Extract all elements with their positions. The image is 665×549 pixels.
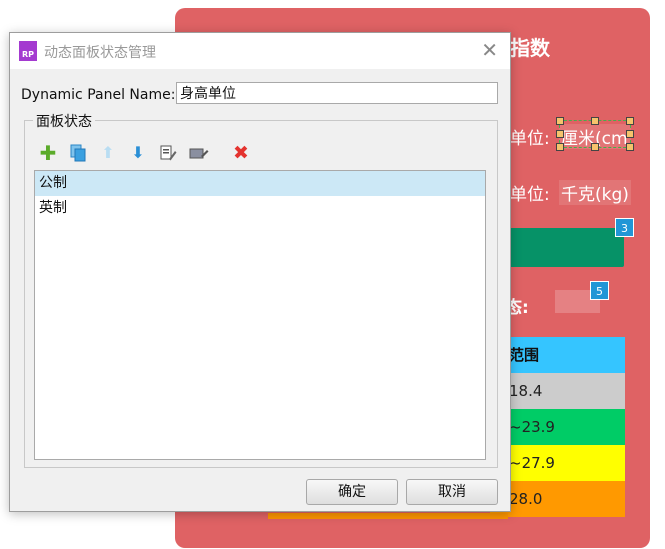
list-item[interactable]: 公制 bbox=[35, 171, 485, 196]
close-icon[interactable]: ✕ bbox=[481, 39, 498, 61]
add-icon[interactable]: ✚ bbox=[39, 143, 57, 163]
panel-states-legend: 面板状态 bbox=[33, 111, 95, 131]
resize-handle[interactable] bbox=[591, 143, 599, 151]
bg-height-label: 单位: bbox=[510, 129, 550, 149]
panel-state-manager-dialog: RP 动态面板状态管理 ✕ Dynamic Panel Name: 面板状态 ✚… bbox=[9, 32, 511, 512]
ok-button[interactable]: 确定 bbox=[306, 479, 398, 505]
edit-all-icon[interactable] bbox=[189, 144, 209, 162]
dialog-titlebar[interactable]: RP 动态面板状态管理 ✕ bbox=[10, 33, 510, 69]
dialog-title: 动态面板状态管理 bbox=[44, 45, 156, 61]
badge-3: 3 bbox=[615, 218, 634, 237]
move-up-icon[interactable]: ⬆ bbox=[99, 144, 117, 162]
resize-handle[interactable] bbox=[556, 117, 564, 125]
bg-title: 指数 bbox=[510, 36, 550, 60]
delete-icon[interactable]: ✖ bbox=[232, 144, 250, 163]
states-list: 公制 英制 bbox=[34, 170, 486, 460]
resize-handle[interactable] bbox=[626, 117, 634, 125]
bg-calculate-button[interactable] bbox=[505, 228, 624, 267]
list-item[interactable]: 英制 bbox=[35, 196, 485, 221]
edit-state-icon[interactable] bbox=[159, 144, 177, 162]
panel-name-input[interactable] bbox=[176, 82, 498, 104]
resize-handle[interactable] bbox=[556, 143, 564, 151]
duplicate-icon[interactable] bbox=[69, 144, 87, 162]
resize-handle[interactable] bbox=[591, 117, 599, 125]
bmi-row-bar bbox=[268, 513, 508, 519]
badge-5: 5 bbox=[590, 281, 609, 300]
resize-handle[interactable] bbox=[556, 130, 564, 138]
panel-name-label: Dynamic Panel Name: bbox=[21, 87, 176, 103]
cancel-button[interactable]: 取消 bbox=[406, 479, 498, 505]
resize-handle[interactable] bbox=[626, 143, 634, 151]
move-down-icon[interactable]: ⬇ bbox=[129, 144, 147, 162]
bg-weight-label: 单位: bbox=[510, 185, 550, 205]
bg-weight-unit[interactable]: 千克(kg) bbox=[559, 180, 631, 205]
resize-handle[interactable] bbox=[626, 130, 634, 138]
axure-rp-icon: RP bbox=[19, 41, 37, 61]
